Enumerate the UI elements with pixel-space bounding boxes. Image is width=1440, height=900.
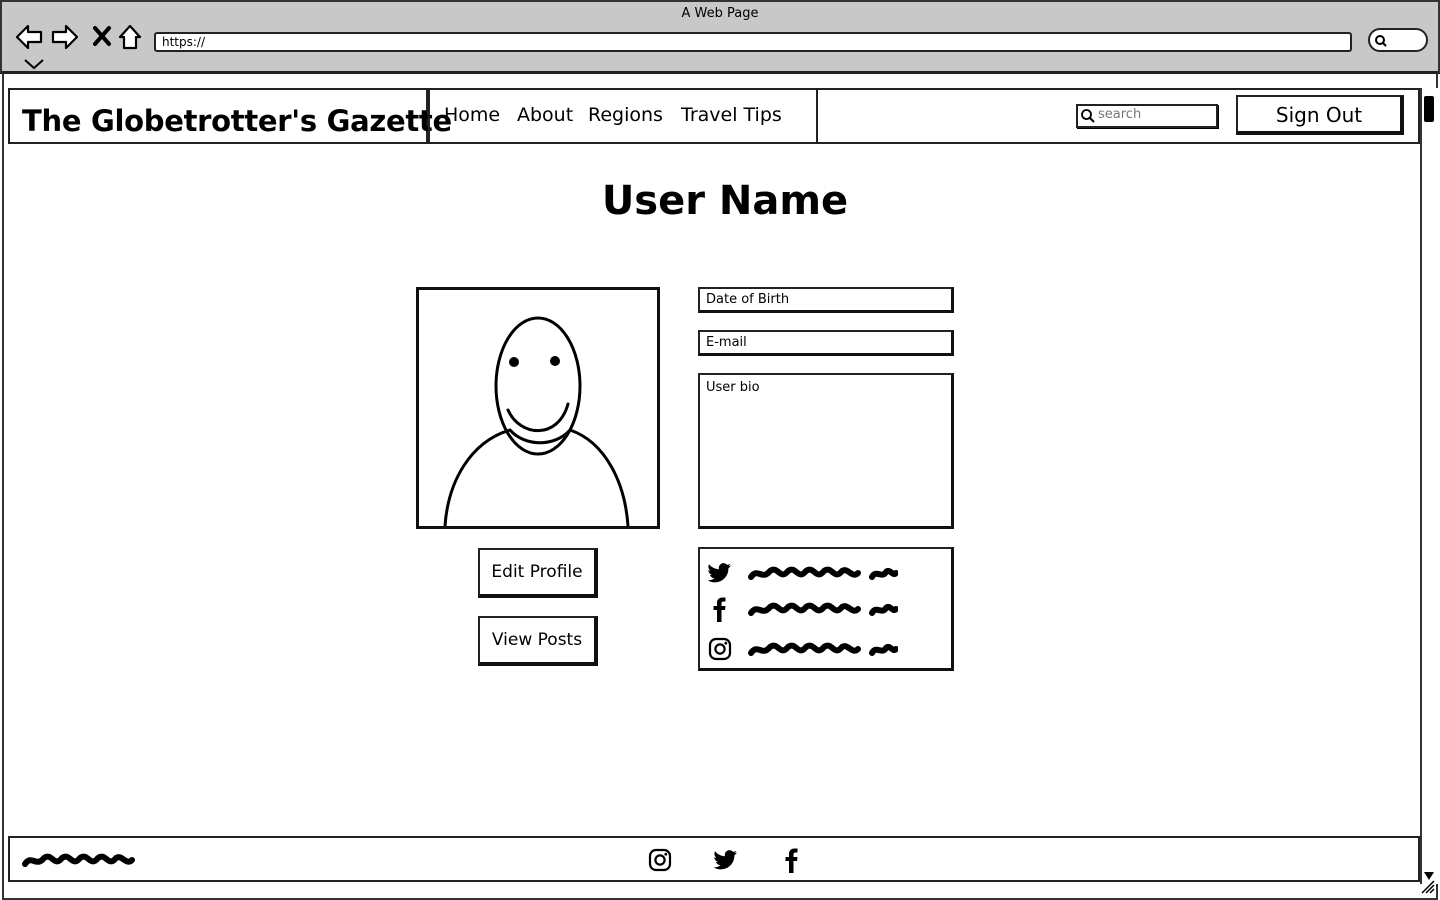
facebook-icon[interactable] — [706, 595, 734, 623]
avatar — [443, 316, 630, 527]
chevron-down-icon[interactable] — [22, 56, 46, 72]
scribbled-text — [748, 602, 898, 616]
nav-regions[interactable]: Regions — [588, 104, 663, 126]
twitter-icon[interactable] — [706, 559, 734, 587]
search-icon — [1081, 109, 1095, 123]
window-title: A Web Page — [681, 6, 759, 21]
view-posts-button[interactable]: View Posts — [478, 616, 598, 666]
edit-profile-button[interactable]: Edit Profile — [478, 548, 598, 598]
url-bar[interactable]: https:// — [154, 32, 1352, 52]
user-bio-textarea[interactable]: User bio — [698, 373, 954, 529]
nav-travel-tips[interactable]: Travel Tips — [681, 104, 782, 126]
home-icon[interactable] — [116, 22, 146, 52]
email-field[interactable]: E-mail — [698, 330, 954, 356]
facebook-icon[interactable] — [778, 846, 806, 874]
forward-arrow-icon[interactable] — [50, 22, 80, 52]
scrollbar-thumb[interactable] — [1424, 96, 1434, 122]
nav-home[interactable]: Home — [444, 104, 500, 126]
close-icon[interactable] — [88, 22, 118, 52]
browser-search-field[interactable] — [1368, 28, 1428, 52]
instagram-icon[interactable] — [706, 635, 734, 663]
instagram-icon[interactable] — [646, 846, 674, 874]
search-icon — [1375, 35, 1387, 47]
site-title[interactable]: The Globetrotter's Gazette — [22, 104, 452, 138]
page-title: User Name — [601, 178, 849, 224]
sign-out-button[interactable]: Sign Out — [1236, 95, 1404, 135]
scribbled-text — [22, 853, 135, 867]
resize-grip-icon[interactable] — [1420, 880, 1436, 894]
nav-about[interactable]: About — [517, 104, 573, 126]
back-arrow-icon[interactable] — [14, 22, 44, 52]
search-input[interactable]: search — [1098, 107, 1141, 122]
scribbled-text — [748, 642, 898, 656]
date-of-birth-field[interactable]: Date of Birth — [698, 287, 954, 313]
twitter-icon[interactable] — [712, 846, 740, 874]
scribbled-text — [748, 566, 898, 580]
